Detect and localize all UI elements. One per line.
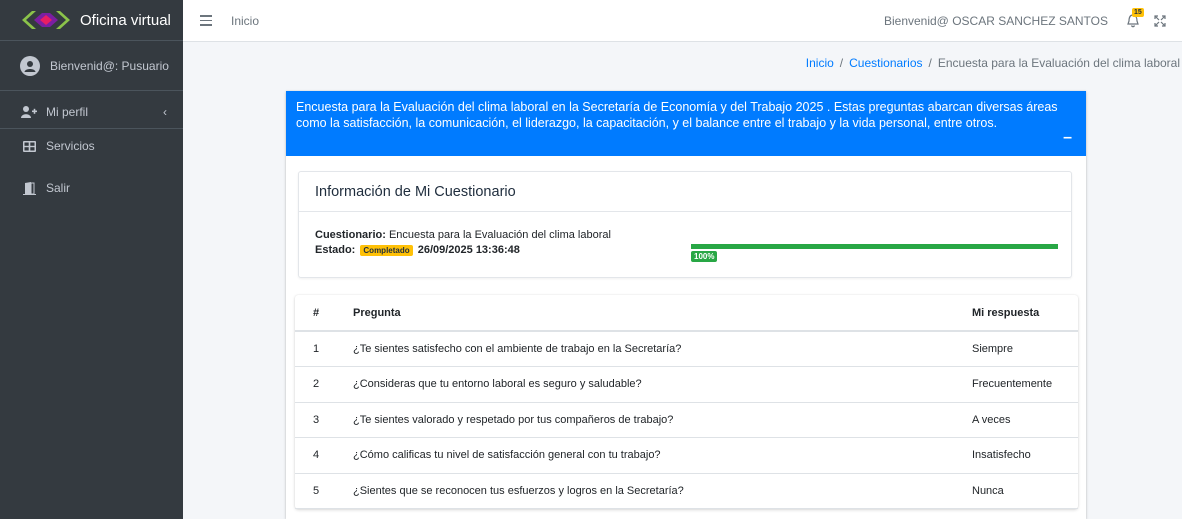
header-question: Pregunta: [335, 295, 972, 332]
sidebar-item-mi-perfil[interactable]: Mi perfil ‹: [0, 95, 183, 129]
progress-label: 100%: [691, 251, 718, 262]
info-card-title: Información de Mi Cuestionario: [299, 172, 1071, 212]
row-answer: Insatisfecho: [972, 437, 1078, 474]
sidebar-item-label: Salir: [46, 181, 71, 195]
user-avatar-icon: [20, 55, 40, 76]
row-number: 2: [295, 366, 335, 403]
user-plus-icon: [20, 105, 38, 119]
table-row: 2 ¿Consideras que tu entorno laboral es …: [295, 366, 1078, 403]
row-answer: Nunca: [972, 473, 1078, 509]
user-greeting: Bienvenid@: Pusuario: [50, 58, 169, 73]
row-answer: A veces: [972, 402, 1078, 438]
sidebar-item-servicios[interactable]: Servicios: [0, 129, 183, 163]
quiz-row: Cuestionario: Encuesta para la Evaluació…: [315, 228, 1055, 243]
row-answer: Frecuentemente: [972, 366, 1078, 403]
row-question: ¿Te sientes valorado y respetado por tus…: [335, 402, 972, 438]
sidebar: Oficina virtual Bienvenid@: Pusuario Mi …: [0, 0, 183, 519]
row-number: 4: [295, 437, 335, 474]
survey-description-header: Encuesta para la Evaluación del clima la…: [286, 91, 1086, 156]
breadcrumb-home[interactable]: Inicio: [806, 56, 834, 70]
table-row: 1 ¿Te sientes satisfecho con el ambiente…: [295, 331, 1078, 367]
breadcrumb-separator: /: [928, 56, 932, 70]
chevron-left-icon: ‹: [163, 104, 167, 119]
table-row: 3 ¿Te sientes valorado y respetado por t…: [295, 402, 1078, 438]
row-number: 1: [295, 331, 335, 367]
row-question: ¿Consideras que tu entorno laboral es se…: [335, 366, 972, 403]
grid-icon: [20, 139, 38, 153]
row-answer: Siempre: [972, 331, 1078, 367]
breadcrumb: Inicio / Cuestionarios / Encuesta para la Ev…: [806, 56, 1180, 70]
row-number: 3: [295, 402, 335, 438]
quiz-name: Encuesta para la Evaluación del clima la…: [388, 229, 611, 241]
user-panel[interactable]: Bienvenid@: Pusuario: [0, 41, 183, 91]
breadcrumb-cuestionarios[interactable]: Cuestionarios: [849, 56, 922, 70]
door-icon: [20, 181, 38, 195]
collapse-minus-icon[interactable]: –: [1063, 130, 1072, 146]
breadcrumb-current: Encuesta para la Evaluación del clima la…: [937, 56, 1180, 70]
menu-toggle-icon[interactable]: [200, 15, 212, 26]
status-badge: Completado: [360, 245, 413, 256]
quiz-label: Cuestionario:: [315, 229, 386, 241]
status-label: Estado:: [315, 244, 356, 256]
brand-logo: [22, 11, 70, 29]
header-answer: Mi respuesta: [972, 295, 1078, 332]
header-number: #: [295, 295, 335, 332]
top-right-area: Bienvenid@ OSCAR SANCHEZ SANTOS 15: [883, 7, 1182, 28]
fullscreen-icon[interactable]: [1154, 14, 1166, 27]
row-question: ¿Te sientes satisfecho con el ambiente d…: [335, 331, 972, 367]
welcome-text: Bienvenid@ OSCAR SANCHEZ SANTOS: [883, 13, 1108, 28]
brand-name: Oficina virtual: [80, 11, 171, 29]
survey-description: Encuesta para la Evaluación del clima la…: [296, 100, 1058, 130]
table-header-row: # Pregunta Mi respuesta: [295, 295, 1078, 332]
row-question: ¿Cómo calificas tu nivel de satisfacción…: [335, 437, 972, 474]
sidebar-item-salir[interactable]: Salir: [0, 171, 183, 205]
answers-table: # Pregunta Mi respuesta 1 ¿Te sientes sa…: [295, 295, 1078, 509]
answers-table-card: # Pregunta Mi respuesta 1 ¿Te sientes sa…: [295, 295, 1078, 509]
notification-badge: 15: [1132, 7, 1144, 17]
sidebar-item-label: Servicios: [46, 139, 95, 153]
table-row: 5 ¿Sientes que se reconocen tus esfuerzo…: [295, 473, 1078, 509]
table-row: 4 ¿Cómo calificas tu nivel de satisfacci…: [295, 437, 1078, 474]
progress-bar: [691, 244, 1058, 249]
row-number: 5: [295, 473, 335, 509]
completion-datetime: 26/09/2025 13:36:48: [417, 244, 520, 256]
notifications-button[interactable]: 15: [1126, 7, 1144, 28]
progress-fill: [691, 244, 1058, 249]
survey-card: Encuesta para la Evaluación del clima la…: [286, 91, 1086, 519]
questionnaire-info-card: Información de Mi Cuestionario Cuestiona…: [298, 171, 1072, 278]
brand[interactable]: Oficina virtual: [0, 0, 183, 41]
top-navbar: Inicio Bienvenid@ OSCAR SANCHEZ SANTOS 1…: [183, 0, 1182, 42]
info-card-body: Cuestionario: Encuesta para la Evaluació…: [299, 212, 1071, 274]
breadcrumb-separator: /: [839, 56, 844, 70]
top-home-link[interactable]: Inicio: [231, 14, 259, 28]
sidebar-item-label: Mi perfil: [46, 104, 89, 119]
sidebar-nav: Mi perfil ‹ Servicios Salir: [0, 91, 183, 205]
row-question: ¿Sientes que se reconocen tus esfuerzos …: [335, 473, 972, 509]
